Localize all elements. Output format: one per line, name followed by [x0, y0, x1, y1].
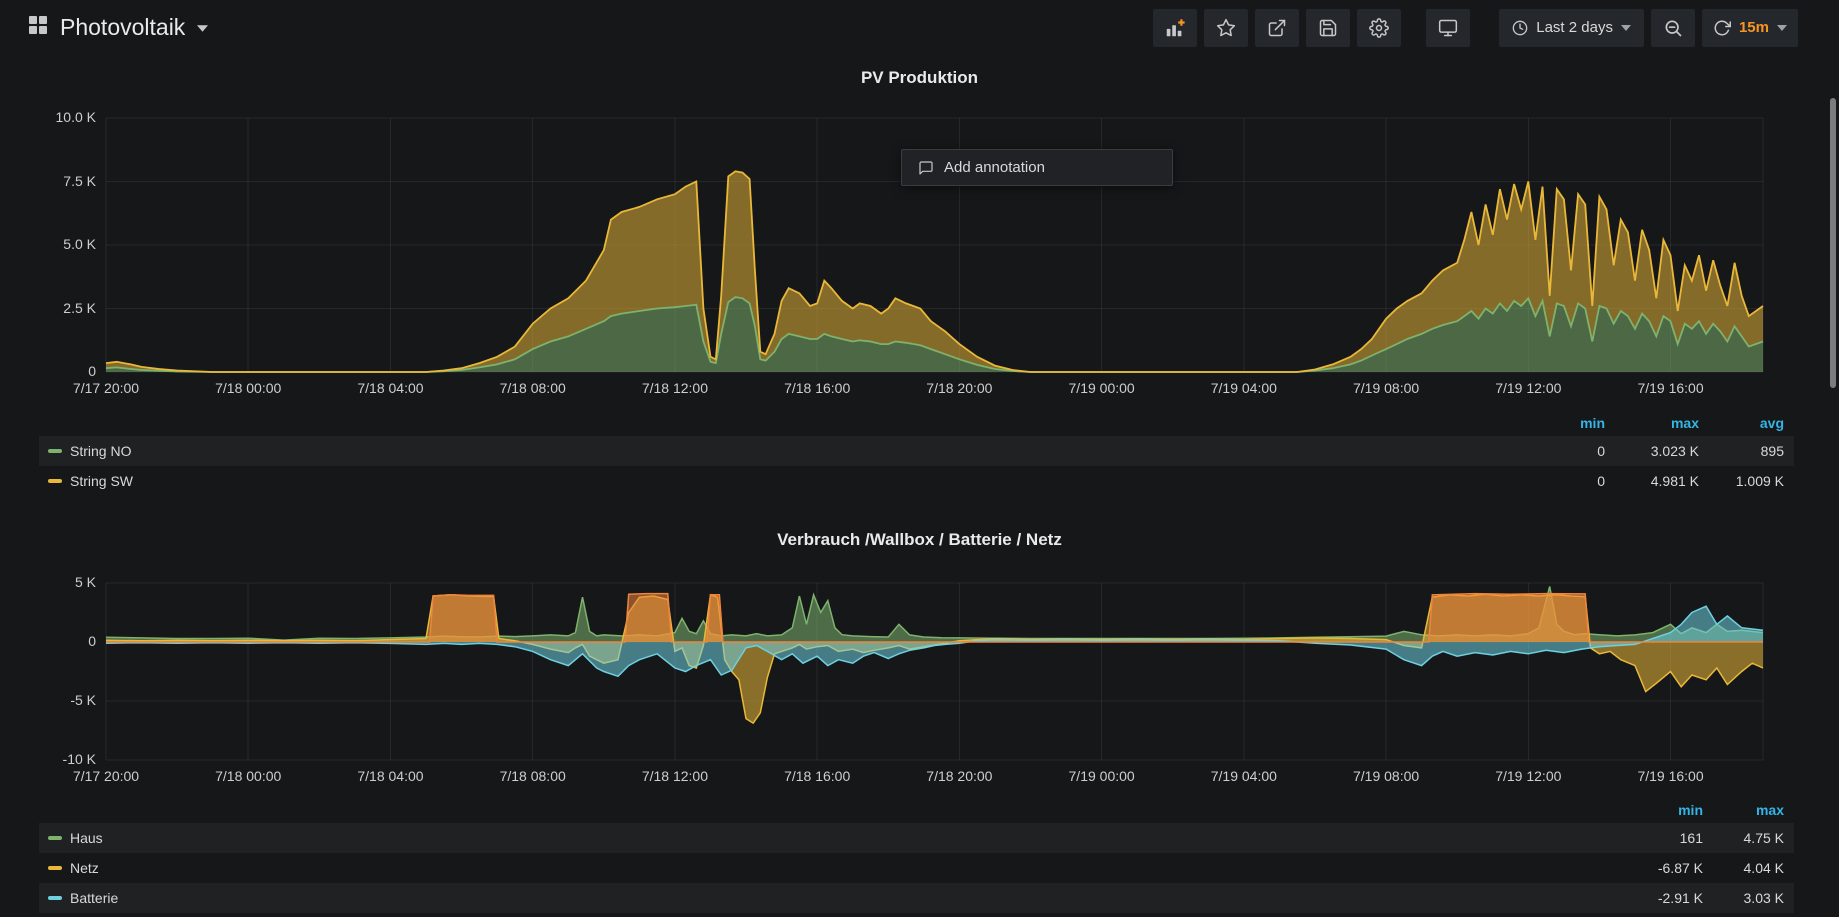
- series-name[interactable]: String SW: [70, 473, 133, 489]
- chevron-down-icon: [1621, 25, 1631, 31]
- legend-row: String NO 0 3.023 K 895: [39, 436, 1794, 466]
- save-icon: [1318, 18, 1338, 38]
- legend-max-value: 4.75 K: [1703, 830, 1784, 846]
- zoom-out-icon: [1663, 18, 1683, 38]
- series-color-swatch[interactable]: [48, 896, 62, 900]
- scrollbar[interactable]: [1830, 98, 1836, 388]
- legend-avg-value: 895: [1699, 443, 1784, 459]
- share-icon: [1267, 18, 1287, 38]
- add-annotation-menu-item[interactable]: Add annotation: [901, 149, 1173, 186]
- legend-max-value: 3.023 K: [1605, 443, 1699, 459]
- refresh-icon: [1713, 19, 1731, 37]
- comment-icon: [918, 160, 934, 176]
- add-panel-button[interactable]: [1153, 9, 1197, 47]
- legend-row: Haus 161 4.75 K: [39, 823, 1794, 853]
- legend-min-value: -6.87 K: [1622, 860, 1703, 876]
- legend-sort-min[interactable]: min: [1622, 802, 1703, 818]
- series-name[interactable]: Haus: [70, 830, 103, 846]
- navbar: Photovoltaik Last 2 days: [0, 0, 1839, 55]
- legend-max-value: 4.04 K: [1703, 860, 1784, 876]
- dashboard-title[interactable]: Photovoltaik: [60, 14, 185, 41]
- legend-min-value: 0: [1515, 443, 1605, 459]
- legend-row: Netz -6.87 K 4.04 K: [39, 853, 1794, 883]
- chevron-down-icon: [1777, 25, 1787, 31]
- legend-min-value: 161: [1622, 830, 1703, 846]
- dashboards-grid-icon[interactable]: [28, 15, 48, 40]
- monitor-icon: [1438, 18, 1458, 38]
- refresh-button[interactable]: 15m: [1702, 9, 1798, 47]
- legend-max-value: 4.981 K: [1605, 473, 1699, 489]
- share-dashboard-button[interactable]: [1255, 9, 1299, 47]
- dashboard-title-group: Photovoltaik: [28, 14, 208, 41]
- series-color-swatch[interactable]: [48, 479, 62, 483]
- panel-title[interactable]: Verbrauch /Wallbox / Batterie / Netz: [0, 530, 1839, 550]
- series-color-swatch[interactable]: [48, 449, 62, 453]
- legend-sort-min[interactable]: min: [1515, 415, 1605, 431]
- legend-row: Batterie -2.91 K 3.03 K: [39, 883, 1794, 913]
- add-annotation-label: Add annotation: [944, 159, 1045, 176]
- legend-sort-max[interactable]: max: [1703, 802, 1784, 818]
- dashboard-settings-button[interactable]: [1357, 9, 1401, 47]
- refresh-interval-label[interactable]: 15m: [1739, 19, 1769, 36]
- star-dashboard-button[interactable]: [1204, 9, 1248, 47]
- panel-legend: min max Haus 161 4.75 K Netz -6.87 K 4.0…: [39, 797, 1794, 913]
- series-name[interactable]: String NO: [70, 443, 131, 459]
- gear-icon: [1369, 18, 1389, 38]
- panel-title[interactable]: PV Produktion: [0, 68, 1839, 88]
- legend-sort-max[interactable]: max: [1605, 415, 1699, 431]
- bar-chart-plus-icon: [1164, 17, 1186, 39]
- cycle-view-mode-button[interactable]: [1426, 9, 1470, 47]
- legend-header: min max: [39, 797, 1794, 823]
- series-name[interactable]: Netz: [70, 860, 99, 876]
- star-icon: [1216, 18, 1236, 38]
- panel-legend: min max avg String NO 0 3.023 K 895 Stri…: [39, 410, 1794, 496]
- time-range-picker[interactable]: Last 2 days: [1499, 9, 1644, 47]
- navbar-actions: Last 2 days 15m: [1153, 9, 1798, 47]
- chevron-down-icon: [197, 19, 208, 37]
- save-dashboard-button[interactable]: [1306, 9, 1350, 47]
- legend-min-value: 0: [1515, 473, 1605, 489]
- legend-min-value: -2.91 K: [1622, 890, 1703, 906]
- legend-row: String SW 0 4.981 K 1.009 K: [39, 466, 1794, 496]
- time-range-label: Last 2 days: [1536, 19, 1613, 36]
- legend-avg-value: 1.009 K: [1699, 473, 1784, 489]
- series-name[interactable]: Batterie: [70, 890, 118, 906]
- legend-sort-avg[interactable]: avg: [1699, 415, 1784, 431]
- zoom-out-button[interactable]: [1651, 9, 1695, 47]
- series-color-swatch[interactable]: [48, 866, 62, 870]
- legend-header: min max avg: [39, 410, 1794, 436]
- series-color-swatch[interactable]: [48, 836, 62, 840]
- clock-icon: [1512, 20, 1528, 36]
- legend-max-value: 3.03 K: [1703, 890, 1784, 906]
